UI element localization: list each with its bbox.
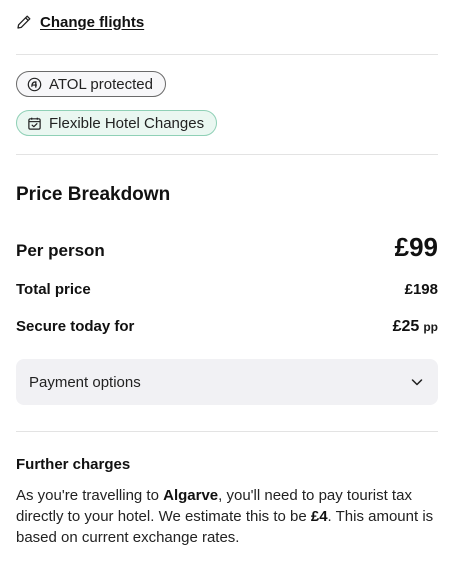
further-charges-text: As you're travelling to Algarve, you'll … [16, 485, 438, 548]
atol-shield-icon [27, 77, 42, 91]
payment-options-dropdown[interactable]: Payment options [16, 359, 438, 405]
destination-name: Algarve [163, 487, 219, 504]
atol-protected-badge: ATOL protected [16, 71, 166, 97]
payment-options-label: Payment options [29, 373, 141, 391]
secure-today-value: £25 [392, 318, 420, 335]
flexible-hotel-changes-badge: Flexible Hotel Changes [16, 110, 218, 136]
per-person-label: Per person [16, 241, 105, 260]
divider [16, 154, 438, 155]
per-person-price: £99 [394, 232, 438, 262]
price-breakdown-title: Price Breakdown [16, 184, 171, 205]
secure-today-label: Secure today for [16, 318, 135, 335]
total-price-row: Total price £198 [16, 281, 438, 298]
secure-today-unit: pp [423, 320, 438, 334]
secure-today-row: Secure today for £25 pp [16, 318, 438, 336]
atol-protected-label: ATOL protected [49, 75, 153, 93]
pencil-icon [17, 15, 31, 29]
divider [16, 54, 438, 55]
change-flights-label[interactable]: Change flights [40, 14, 144, 31]
secure-today-amount: £25 pp [393, 318, 438, 336]
further-charges-text-part: As you're travelling to [16, 487, 164, 504]
change-flights-link[interactable]: Change flights [16, 10, 144, 34]
total-price-label: Total price [16, 281, 91, 298]
price-summary-panel: Change flights ATOL protected Flexible H… [0, 0, 454, 565]
calendar-check-icon [28, 117, 41, 130]
per-person-row: Per person £99 [16, 232, 438, 263]
divider [16, 431, 438, 432]
further-charges-title: Further charges [16, 456, 131, 473]
chevron-down-icon [411, 379, 423, 386]
tourist-tax-amount: £4 [310, 508, 328, 525]
flexible-hotel-changes-label: Flexible Hotel Changes [49, 114, 205, 132]
total-price-value: £198 [404, 281, 438, 298]
